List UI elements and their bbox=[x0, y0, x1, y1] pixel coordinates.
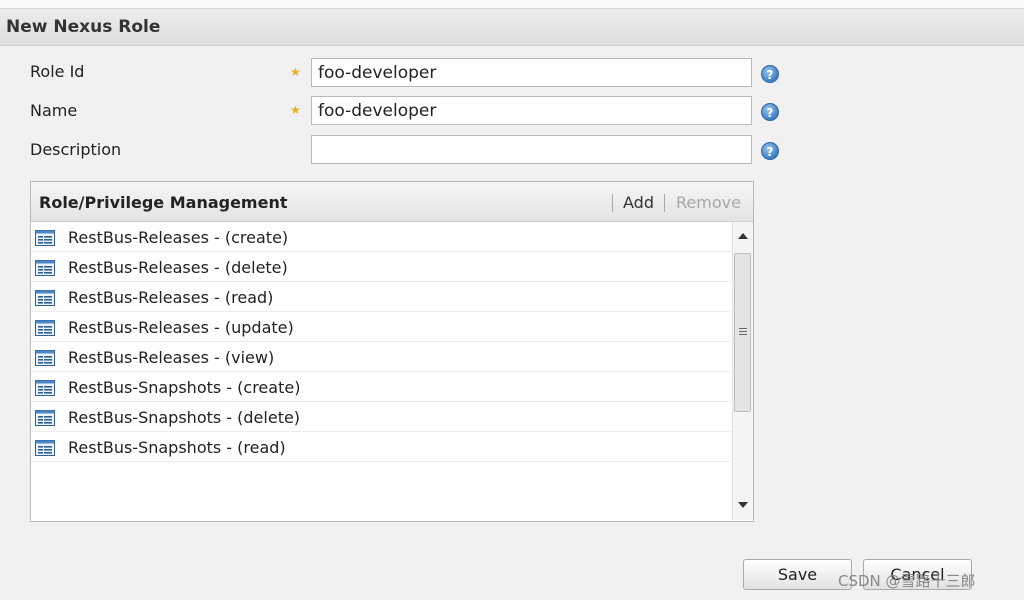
privilege-list-icon bbox=[35, 380, 55, 396]
role-id-input[interactable] bbox=[311, 58, 752, 87]
panel-title: New Nexus Role bbox=[6, 17, 161, 37]
role-privilege-grid: Role/Privilege Management Add Remove Res… bbox=[30, 181, 754, 522]
scroll-up-arrow-icon[interactable] bbox=[738, 233, 748, 239]
privilege-row[interactable]: RestBus-Releases - (create) bbox=[31, 222, 731, 252]
privilege-label: RestBus-Releases - (read) bbox=[68, 288, 274, 307]
privilege-label: RestBus-Releases - (create) bbox=[68, 228, 289, 247]
privilege-row[interactable]: RestBus-Snapshots - (read) bbox=[31, 432, 731, 462]
role-form-panel: Role Id ★ ? Name ★ ? Description ? Role/… bbox=[0, 46, 1024, 600]
privilege-list-icon bbox=[35, 440, 55, 456]
add-button[interactable]: Add bbox=[623, 193, 654, 212]
name-required-icon: ★ bbox=[290, 103, 301, 117]
privilege-label: RestBus-Snapshots - (delete) bbox=[68, 408, 301, 427]
privilege-label: RestBus-Snapshots - (read) bbox=[68, 438, 286, 457]
privilege-row[interactable]: RestBus-Snapshots - (delete) bbox=[31, 402, 731, 432]
scroll-thumb[interactable] bbox=[734, 253, 751, 412]
description-help-icon[interactable]: ? bbox=[761, 142, 779, 160]
privilege-list-icon bbox=[35, 230, 55, 246]
privilege-list-icon bbox=[35, 320, 55, 336]
privilege-row[interactable]: RestBus-Releases - (update) bbox=[31, 312, 731, 342]
remove-button[interactable]: Remove bbox=[676, 193, 741, 212]
description-input[interactable] bbox=[311, 135, 752, 164]
privilege-list-icon bbox=[35, 410, 55, 426]
privilege-list-icon bbox=[35, 350, 55, 366]
privilege-row[interactable]: RestBus-Releases - (view) bbox=[31, 342, 731, 372]
privilege-label: RestBus-Snapshots - (create) bbox=[68, 378, 301, 397]
name-input[interactable] bbox=[311, 96, 752, 125]
grip-line bbox=[739, 328, 747, 329]
privilege-label: RestBus-Releases - (view) bbox=[68, 348, 275, 367]
grid-title: Role/Privilege Management bbox=[39, 193, 288, 212]
privilege-label: RestBus-Releases - (delete) bbox=[68, 258, 288, 277]
privilege-row[interactable]: RestBus-Snapshots - (create) bbox=[31, 372, 731, 402]
description-label: Description bbox=[30, 140, 122, 159]
privilege-list: RestBus-Releases - (create) RestBus-Relea… bbox=[31, 222, 731, 462]
toolbar-separator bbox=[612, 194, 613, 212]
name-help-icon[interactable]: ? bbox=[761, 103, 779, 121]
privilege-list-icon bbox=[35, 290, 55, 306]
name-label: Name bbox=[30, 101, 78, 120]
privilege-row[interactable]: RestBus-Releases - (delete) bbox=[31, 252, 731, 282]
privilege-row[interactable]: RestBus-Releases - (read) bbox=[31, 282, 731, 312]
toolbar-separator bbox=[664, 194, 665, 212]
top-strip bbox=[0, 0, 1024, 9]
scroll-down-arrow-icon[interactable] bbox=[738, 502, 748, 508]
save-button[interactable]: Save bbox=[743, 559, 852, 590]
panel-header: New Nexus Role bbox=[0, 9, 1024, 46]
grip-line bbox=[739, 331, 747, 332]
grip-line bbox=[739, 334, 747, 335]
role-id-help-icon[interactable]: ? bbox=[761, 65, 779, 83]
role-id-label: Role Id bbox=[30, 62, 85, 81]
grid-header: Role/Privilege Management Add Remove bbox=[31, 182, 753, 222]
privilege-list-icon bbox=[35, 260, 55, 276]
role-id-required-icon: ★ bbox=[290, 65, 301, 79]
watermark: CSDN @雪路十三郎 bbox=[838, 572, 976, 590]
privilege-label: RestBus-Releases - (update) bbox=[68, 318, 294, 337]
grid-scrollbar[interactable] bbox=[732, 222, 753, 520]
